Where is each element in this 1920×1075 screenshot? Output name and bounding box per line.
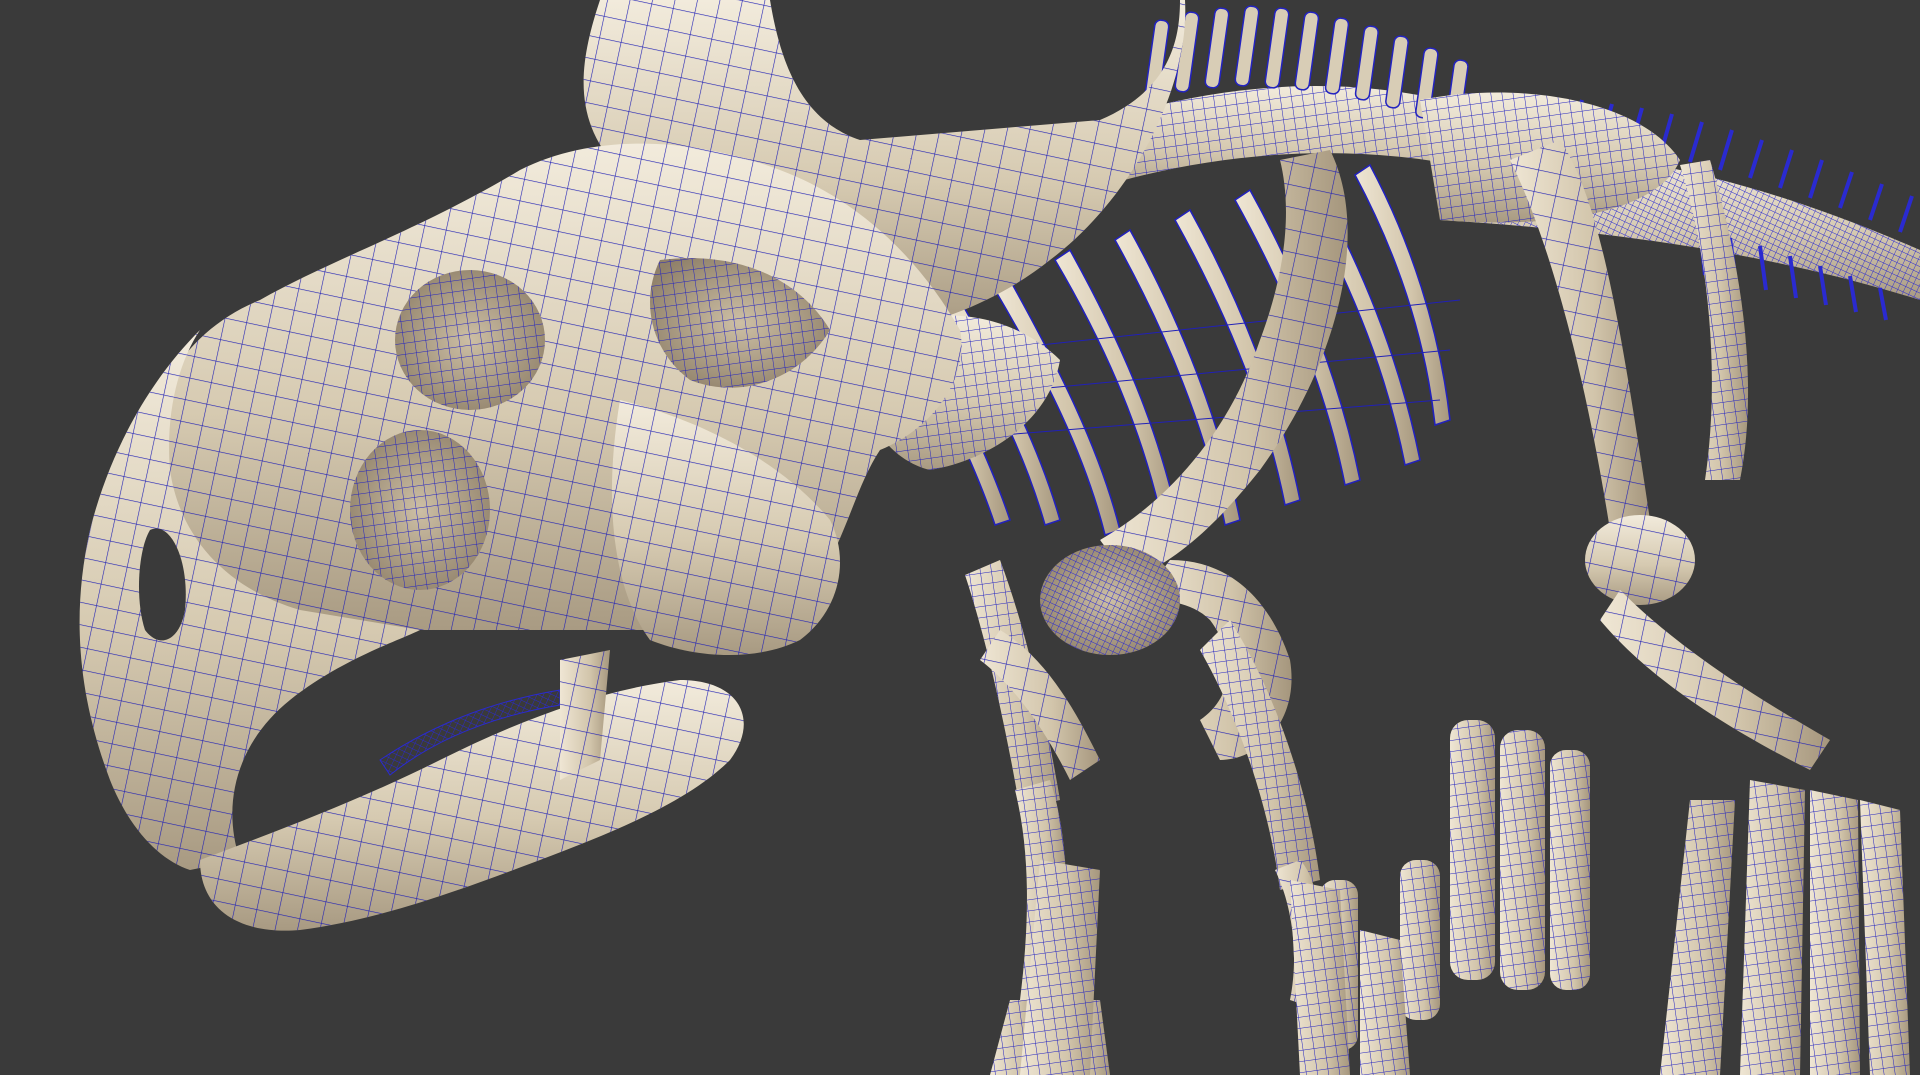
3d-viewport[interactable] [0, 0, 1920, 1075]
viewport-canvas[interactable] [0, 0, 1920, 1075]
front-leg-humerus[interactable] [1040, 545, 1320, 890]
